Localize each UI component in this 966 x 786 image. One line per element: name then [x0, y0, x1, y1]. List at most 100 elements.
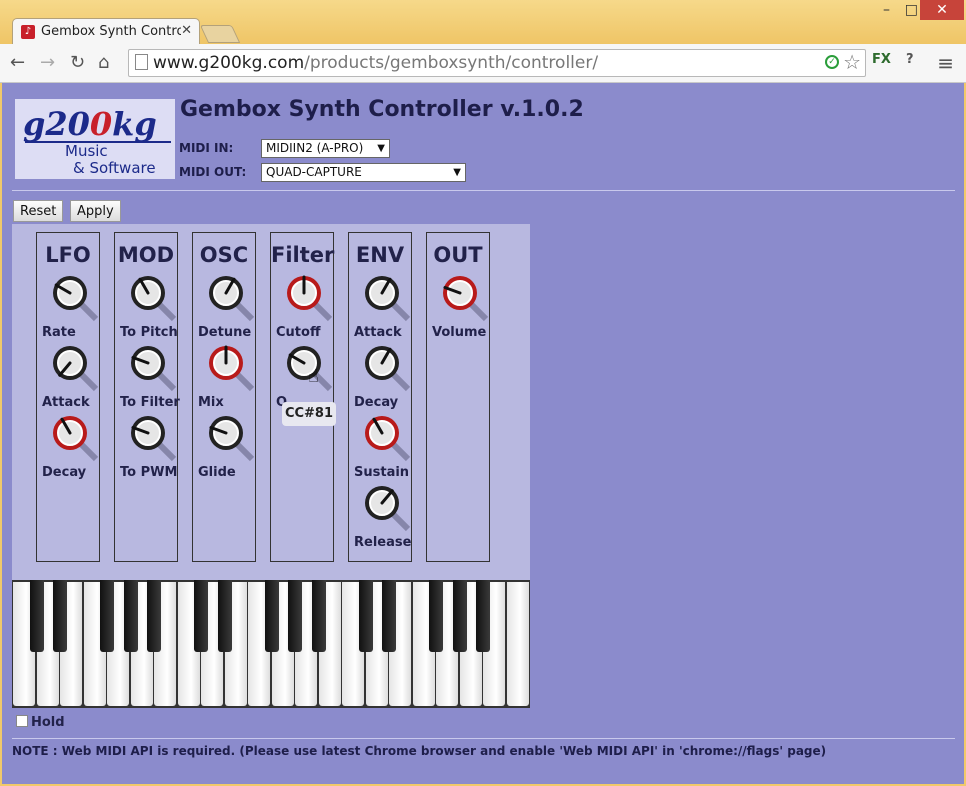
hold-checkbox[interactable] [16, 715, 28, 727]
tab-close-icon[interactable]: ✕ [181, 23, 192, 38]
midi-out-select[interactable]: QUAD-CAPTURE ▼ [261, 163, 466, 182]
knob-label: To Pitch [120, 325, 178, 340]
minimize-icon[interactable]: – [883, 2, 890, 18]
knob-label: To Filter [120, 395, 180, 410]
cc-tooltip: CC#81 [282, 402, 336, 426]
window-close-button[interactable]: ✕ [920, 0, 964, 20]
browser-titlebar: ♪ Gembox Synth Controll ✕ – □ ✕ [0, 0, 966, 46]
group-filter: Filter Cutoff Q [270, 232, 334, 562]
black-key[interactable] [476, 580, 490, 652]
knob-label: Decay [42, 465, 87, 480]
black-key[interactable] [429, 580, 443, 652]
group-title: MOD [117, 243, 175, 267]
hold-label: Hold [31, 715, 65, 730]
url-text[interactable]: www.g200kg.com/products/gemboxsynth/cont… [153, 53, 598, 73]
knob-label: Rate [42, 325, 76, 340]
knob-attack[interactable] [364, 275, 411, 322]
black-key[interactable] [147, 580, 161, 652]
knob-sustain[interactable] [364, 415, 411, 462]
black-key[interactable] [29, 580, 44, 652]
midi-out-label: MIDI OUT: [179, 165, 247, 179]
black-key[interactable] [382, 580, 396, 652]
knob-volume[interactable] [442, 275, 489, 322]
black-key[interactable] [217, 580, 232, 652]
hand-cursor-icon: ☝ [308, 366, 319, 387]
black-key[interactable] [100, 580, 114, 652]
group-title: OSC [199, 243, 249, 267]
knob-rate[interactable] [52, 275, 99, 322]
knob-label: Detune [198, 325, 252, 340]
page-icon [135, 54, 148, 70]
knob-to-filter[interactable] [130, 345, 177, 392]
piano-keyboard[interactable] [12, 580, 530, 708]
browser-toolbar: ← → ↻ ⌂ www.g200kg.com/products/gemboxsy… [0, 44, 966, 83]
home-icon[interactable]: ⌂ [98, 52, 109, 73]
group-osc: OSC Detune Mix Glide [192, 232, 256, 562]
knob-label: Decay [354, 395, 399, 410]
browser-tab[interactable]: ♪ Gembox Synth Controll ✕ [12, 18, 200, 46]
reload-icon[interactable]: ↻ [70, 52, 85, 73]
note-text: NOTE : Web MIDI API is required. (Please… [12, 744, 827, 758]
divider [12, 738, 955, 739]
page-title: Gembox Synth Controller v.1.0.2 [180, 97, 584, 122]
group-title: ENV [355, 243, 405, 267]
maximize-icon[interactable]: □ [905, 2, 918, 18]
midi-in-select[interactable]: MIDIIN2 (A-PRO) ▼ [261, 139, 390, 158]
knob-label: Volume [432, 325, 487, 340]
knob-label: Glide [198, 465, 236, 480]
check-icon[interactable]: ✓ [825, 55, 839, 69]
favicon-icon: ♪ [21, 25, 35, 39]
help-extension-icon[interactable]: ? [906, 52, 914, 67]
knob-label: To PWM [120, 465, 178, 480]
black-key[interactable] [53, 580, 67, 652]
black-key[interactable] [194, 580, 208, 652]
knob-decay[interactable] [52, 415, 99, 462]
knob-label: Cutoff [276, 325, 321, 340]
knob-cutoff[interactable] [286, 275, 333, 322]
knob-to-pitch[interactable] [130, 275, 177, 322]
black-key[interactable] [288, 580, 302, 652]
knob-label: Attack [354, 325, 402, 340]
black-key[interactable] [311, 580, 326, 652]
knob-to-pwm[interactable] [130, 415, 177, 462]
forward-icon[interactable]: → [40, 52, 55, 73]
new-tab-button[interactable] [199, 25, 241, 43]
knob-label: Release [354, 535, 412, 550]
g200kg-logo: g200kg Music & Software [15, 99, 175, 179]
white-key[interactable] [506, 582, 529, 706]
group-title: OUT [433, 243, 483, 267]
menu-icon[interactable]: ≡ [937, 51, 954, 75]
group-title: Filter [271, 243, 335, 267]
synth-panel: LFO Rate Attack Decay MOD To Pitch To Filter To… [12, 224, 530, 580]
knob-label: Mix [198, 395, 224, 410]
group-out: OUT Volume [426, 232, 490, 562]
chevron-down-icon: ▼ [453, 167, 461, 178]
group-lfo: LFO Rate Attack Decay [36, 232, 100, 562]
page-content: g200kg Music & Software Gembox Synth Con… [2, 83, 964, 784]
knob-glide[interactable] [208, 415, 255, 462]
address-bar[interactable]: www.g200kg.com/products/gemboxsynth/cont… [128, 49, 866, 77]
tab-title: Gembox Synth Controll [41, 24, 181, 39]
chevron-down-icon: ▼ [377, 143, 385, 154]
apply-button[interactable]: Apply [70, 200, 121, 222]
knob-decay[interactable] [364, 345, 411, 392]
knob-mix[interactable] [208, 345, 255, 392]
group-mod: MOD To Pitch To Filter To PWM [114, 232, 180, 562]
knob-label: Attack [42, 395, 90, 410]
reset-button[interactable]: Reset [13, 200, 64, 222]
knob-detune[interactable] [208, 275, 255, 322]
black-key[interactable] [123, 580, 138, 652]
fx-extension-icon[interactable]: FX [872, 52, 891, 67]
knob-attack[interactable] [52, 345, 99, 392]
knob-release[interactable] [364, 485, 411, 532]
black-key[interactable] [358, 580, 373, 652]
knob-label: Sustain [354, 465, 410, 480]
bookmark-star-icon[interactable]: ☆ [843, 50, 861, 74]
back-icon[interactable]: ← [10, 52, 25, 73]
black-key[interactable] [264, 580, 279, 652]
group-title: LFO [45, 243, 91, 267]
group-env: ENV Attack Decay Sustain Release [348, 232, 412, 562]
midi-in-label: MIDI IN: [179, 141, 234, 155]
black-key[interactable] [452, 580, 467, 652]
divider [12, 190, 955, 191]
